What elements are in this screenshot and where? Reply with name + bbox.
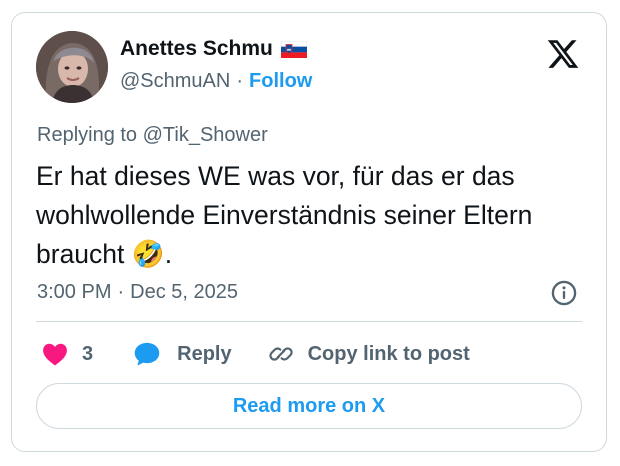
separator-dot: · bbox=[117, 281, 125, 303]
separator-dot: · bbox=[236, 70, 244, 92]
author-display-name[interactable]: Anettes Schmu bbox=[120, 37, 273, 61]
x-logo-icon[interactable] bbox=[546, 37, 580, 71]
read-more-label: Read more on X bbox=[232, 394, 386, 417]
author-name-row: Anettes Schmu bbox=[120, 37, 308, 61]
author-handle-row: @SchmuAN · Follow bbox=[120, 70, 312, 93]
speech-bubble-icon bbox=[134, 342, 160, 366]
info-icon[interactable] bbox=[550, 279, 578, 307]
divider bbox=[36, 321, 582, 322]
embedded-post-card: Anettes Schmu @SchmuAN · Follow Replying… bbox=[11, 12, 607, 452]
author-handle[interactable]: @SchmuAN bbox=[120, 70, 230, 93]
avatar[interactable] bbox=[36, 31, 108, 103]
post-timestamp[interactable]: 3:00 PM · Dec 5, 2025 bbox=[37, 281, 238, 304]
reply-context[interactable]: Replying to @Tik_Shower bbox=[37, 124, 268, 147]
avatar-image bbox=[36, 31, 108, 103]
read-more-button[interactable]: Read more on X bbox=[36, 383, 582, 429]
copy-link-button[interactable]: Copy link to post bbox=[268, 341, 470, 367]
post-date: Dec 5, 2025 bbox=[130, 281, 239, 303]
post-time: 3:00 PM bbox=[37, 281, 112, 303]
link-icon bbox=[268, 347, 293, 361]
reply-label: Reply bbox=[177, 342, 232, 365]
copy-link-label: Copy link to post bbox=[307, 342, 470, 365]
like-count: 3 bbox=[82, 342, 94, 365]
post-text: Er hat dieses WE was vor, für das er das… bbox=[36, 161, 533, 269]
slovenia-flag-icon bbox=[280, 40, 308, 58]
reply-button[interactable]: Reply bbox=[133, 341, 232, 367]
follow-button[interactable]: Follow bbox=[249, 70, 312, 93]
heart-icon bbox=[43, 343, 67, 366]
like-button[interactable]: 3 bbox=[42, 342, 93, 366]
action-bar: 3 Reply Copy link to post bbox=[42, 339, 470, 369]
